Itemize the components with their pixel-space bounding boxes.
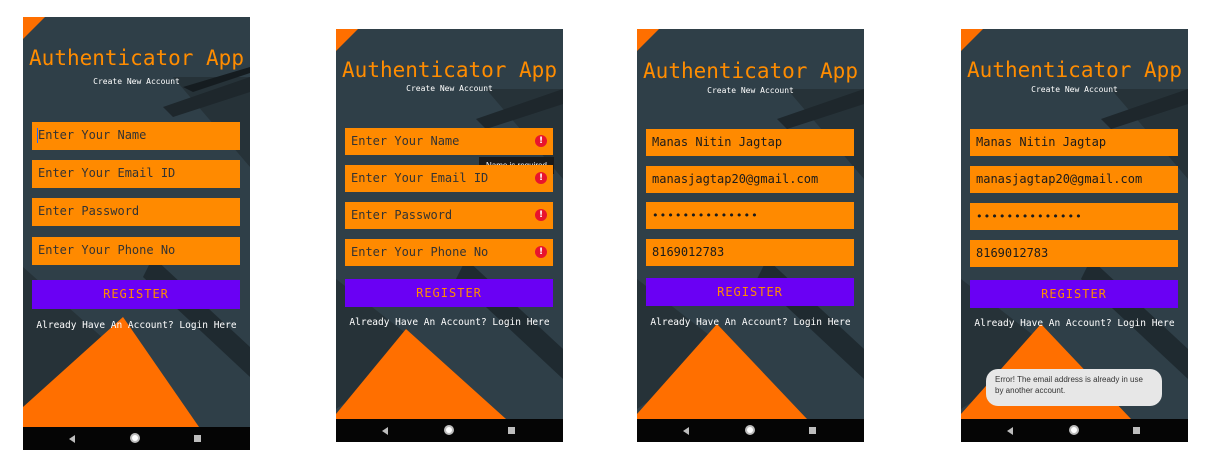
home-icon[interactable]: [1069, 425, 1079, 435]
screen-1: Authenticator App Create New Account Ent…: [23, 17, 250, 450]
page-subtitle: Create New Account: [93, 77, 180, 86]
back-icon[interactable]: [683, 427, 689, 435]
app-title: Authenticator App: [643, 59, 858, 83]
back-icon[interactable]: [69, 435, 75, 443]
login-link[interactable]: Already Have An Account? Login Here: [23, 320, 250, 331]
phone-field[interactable]: 8169012783: [970, 240, 1178, 267]
name-field[interactable]: Enter Your Name: [32, 122, 240, 150]
password-field[interactable]: Enter Password: [32, 198, 240, 226]
home-icon[interactable]: [444, 425, 454, 435]
page-subtitle: Create New Account: [707, 86, 794, 95]
register-button[interactable]: REGISTER: [970, 280, 1178, 308]
register-button[interactable]: REGISTER: [345, 279, 553, 307]
email-field[interactable]: manasjagtap20@gmail.com: [970, 166, 1178, 193]
error-icon[interactable]: !: [535, 135, 547, 147]
page-subtitle: Create New Account: [1031, 85, 1118, 94]
nav-bar: [23, 427, 250, 450]
password-field[interactable]: ••••••••••••••: [646, 202, 854, 229]
screen-3: Authenticator App Create New Account Man…: [637, 29, 864, 442]
error-icon[interactable]: !: [535, 209, 547, 221]
nav-bar: [961, 419, 1188, 442]
recents-icon[interactable]: [194, 435, 201, 442]
text-cursor: [37, 128, 38, 143]
phone-placeholder: Enter Your Phone No: [351, 245, 489, 259]
screen-2: Authenticator App Create New Account Ent…: [336, 29, 563, 442]
name-field[interactable]: Enter Your Name !: [345, 128, 553, 155]
name-placeholder: Enter Your Name: [38, 128, 147, 142]
nav-bar: [637, 419, 864, 442]
email-field[interactable]: Enter Your Email ID: [32, 160, 240, 188]
home-icon[interactable]: [130, 433, 140, 443]
login-link[interactable]: Already Have An Account? Login Here: [961, 318, 1188, 329]
login-link[interactable]: Already Have An Account? Login Here: [336, 317, 563, 328]
page-subtitle: Create New Account: [406, 84, 493, 93]
phone-field[interactable]: Enter Your Phone No !: [345, 239, 553, 266]
app-title: Authenticator App: [342, 58, 557, 82]
screen-4: Authenticator App Create New Account Man…: [961, 29, 1188, 442]
recents-icon[interactable]: [1133, 427, 1140, 434]
recents-icon[interactable]: [809, 427, 816, 434]
error-toast: Error! The email address is already in u…: [986, 369, 1162, 406]
password-field[interactable]: ••••••••••••••: [970, 203, 1178, 230]
phone-field[interactable]: Enter Your Phone No: [32, 237, 240, 265]
name-field[interactable]: Manas Nitin Jagtap: [970, 129, 1178, 156]
back-icon[interactable]: [382, 427, 388, 435]
home-icon[interactable]: [745, 425, 755, 435]
login-link[interactable]: Already Have An Account? Login Here: [637, 317, 864, 328]
recents-icon[interactable]: [508, 427, 515, 434]
register-button[interactable]: REGISTER: [32, 280, 240, 309]
nav-bar: [336, 419, 563, 442]
name-field[interactable]: Manas Nitin Jagtap: [646, 129, 854, 156]
password-field[interactable]: Enter Password !: [345, 202, 553, 229]
email-field[interactable]: manasjagtap20@gmail.com: [646, 166, 854, 193]
app-title: Authenticator App: [29, 46, 244, 70]
email-field[interactable]: Enter Your Email ID !: [345, 165, 553, 192]
name-placeholder: Enter Your Name: [351, 134, 460, 148]
back-icon[interactable]: [1007, 427, 1013, 435]
phone-field[interactable]: 8169012783: [646, 239, 854, 266]
email-placeholder: Enter Your Email ID: [351, 171, 489, 185]
error-icon[interactable]: !: [535, 172, 547, 184]
error-icon[interactable]: !: [535, 246, 547, 258]
app-title: Authenticator App: [967, 58, 1182, 82]
password-placeholder: Enter Password: [351, 208, 453, 222]
register-button[interactable]: REGISTER: [646, 278, 854, 306]
